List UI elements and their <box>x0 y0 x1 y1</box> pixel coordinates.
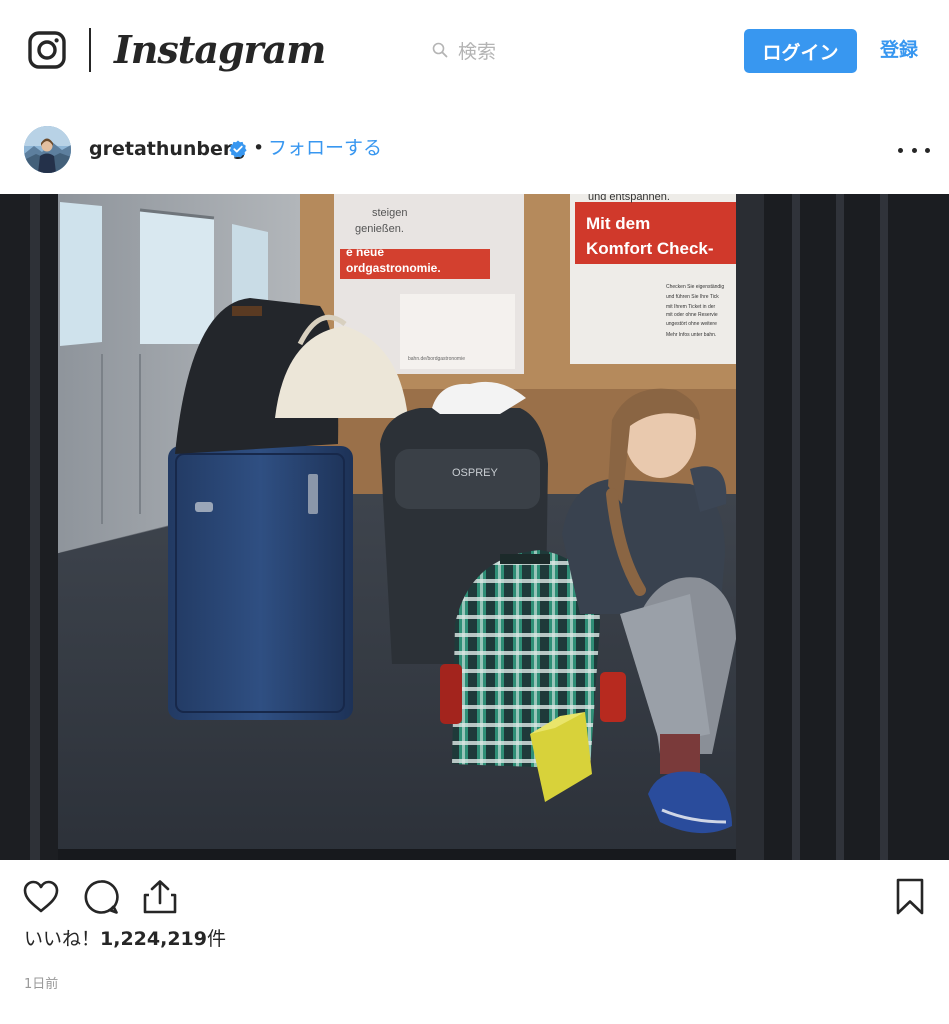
bookmark-icon[interactable] <box>891 878 929 916</box>
more-dot <box>898 147 903 153</box>
poster-text: Checken Sie eigenständig <box>666 284 724 290</box>
instagram-glyph-icon[interactable] <box>28 31 66 69</box>
poster-text: ordgastronomie. <box>346 261 441 275</box>
login-button[interactable]: ログイン <box>744 29 857 73</box>
share-icon[interactable] <box>141 878 179 916</box>
likes-prefix: いいね！ <box>24 928 101 950</box>
register-link[interactable]: 登録 <box>880 36 918 64</box>
post-actions-bar <box>0 860 949 930</box>
poster-text: ungestört ohne weitere <box>666 321 717 327</box>
instagram-wordmark-logo[interactable]: Instagram <box>114 26 326 74</box>
more-dot <box>925 147 930 153</box>
search-icon <box>432 42 448 58</box>
separator-dot: • <box>253 137 265 159</box>
more-dot <box>911 147 917 153</box>
poster-text: genießen. <box>355 223 404 235</box>
poster-text: bahn.de/bordgastronomie <box>408 356 465 362</box>
heart-icon[interactable] <box>22 878 60 916</box>
likes-count[interactable]: いいね！1,224,219件 <box>24 926 226 952</box>
post-photo[interactable]: steigen genießen. e neue ordgastronomie.… <box>0 194 949 860</box>
post-username[interactable]: gretathunberg <box>89 137 246 161</box>
top-navigation-bar: Instagram 検索 ログイン 登録 <box>0 0 949 100</box>
poster-text: Mit dem <box>586 214 650 233</box>
poster-text: und führen Sie Ihre Tick <box>666 294 719 300</box>
more-options-icon[interactable] <box>898 140 930 160</box>
search-box[interactable]: 検索 <box>432 36 496 64</box>
likes-suffix: 件 <box>207 928 227 950</box>
backpack-brand-text: OSPREY <box>452 467 499 479</box>
poster-text: Komfort Check- <box>586 239 714 258</box>
poster-text: steigen <box>372 207 407 219</box>
poster-text: Mehr Infos unter bahn. <box>666 332 716 338</box>
avatar[interactable] <box>24 126 71 173</box>
poster-text: mit oder ohne Reservie <box>666 312 718 318</box>
verified-badge-icon <box>229 140 247 158</box>
post-timestamp[interactable]: 1日前 <box>24 976 58 994</box>
post-header: gretathunberg • フォローする <box>0 112 949 187</box>
follow-button[interactable]: フォローする <box>268 136 382 160</box>
poster-text: und entspannen. <box>588 194 670 203</box>
search-placeholder[interactable]: 検索 <box>458 37 496 64</box>
logo-divider <box>89 28 91 72</box>
poster-text: mit Ihrem Ticket in der <box>666 304 716 310</box>
poster-text: e neue <box>346 245 384 259</box>
likes-number: 1,224,219 <box>100 928 207 950</box>
comment-icon[interactable] <box>82 878 120 916</box>
